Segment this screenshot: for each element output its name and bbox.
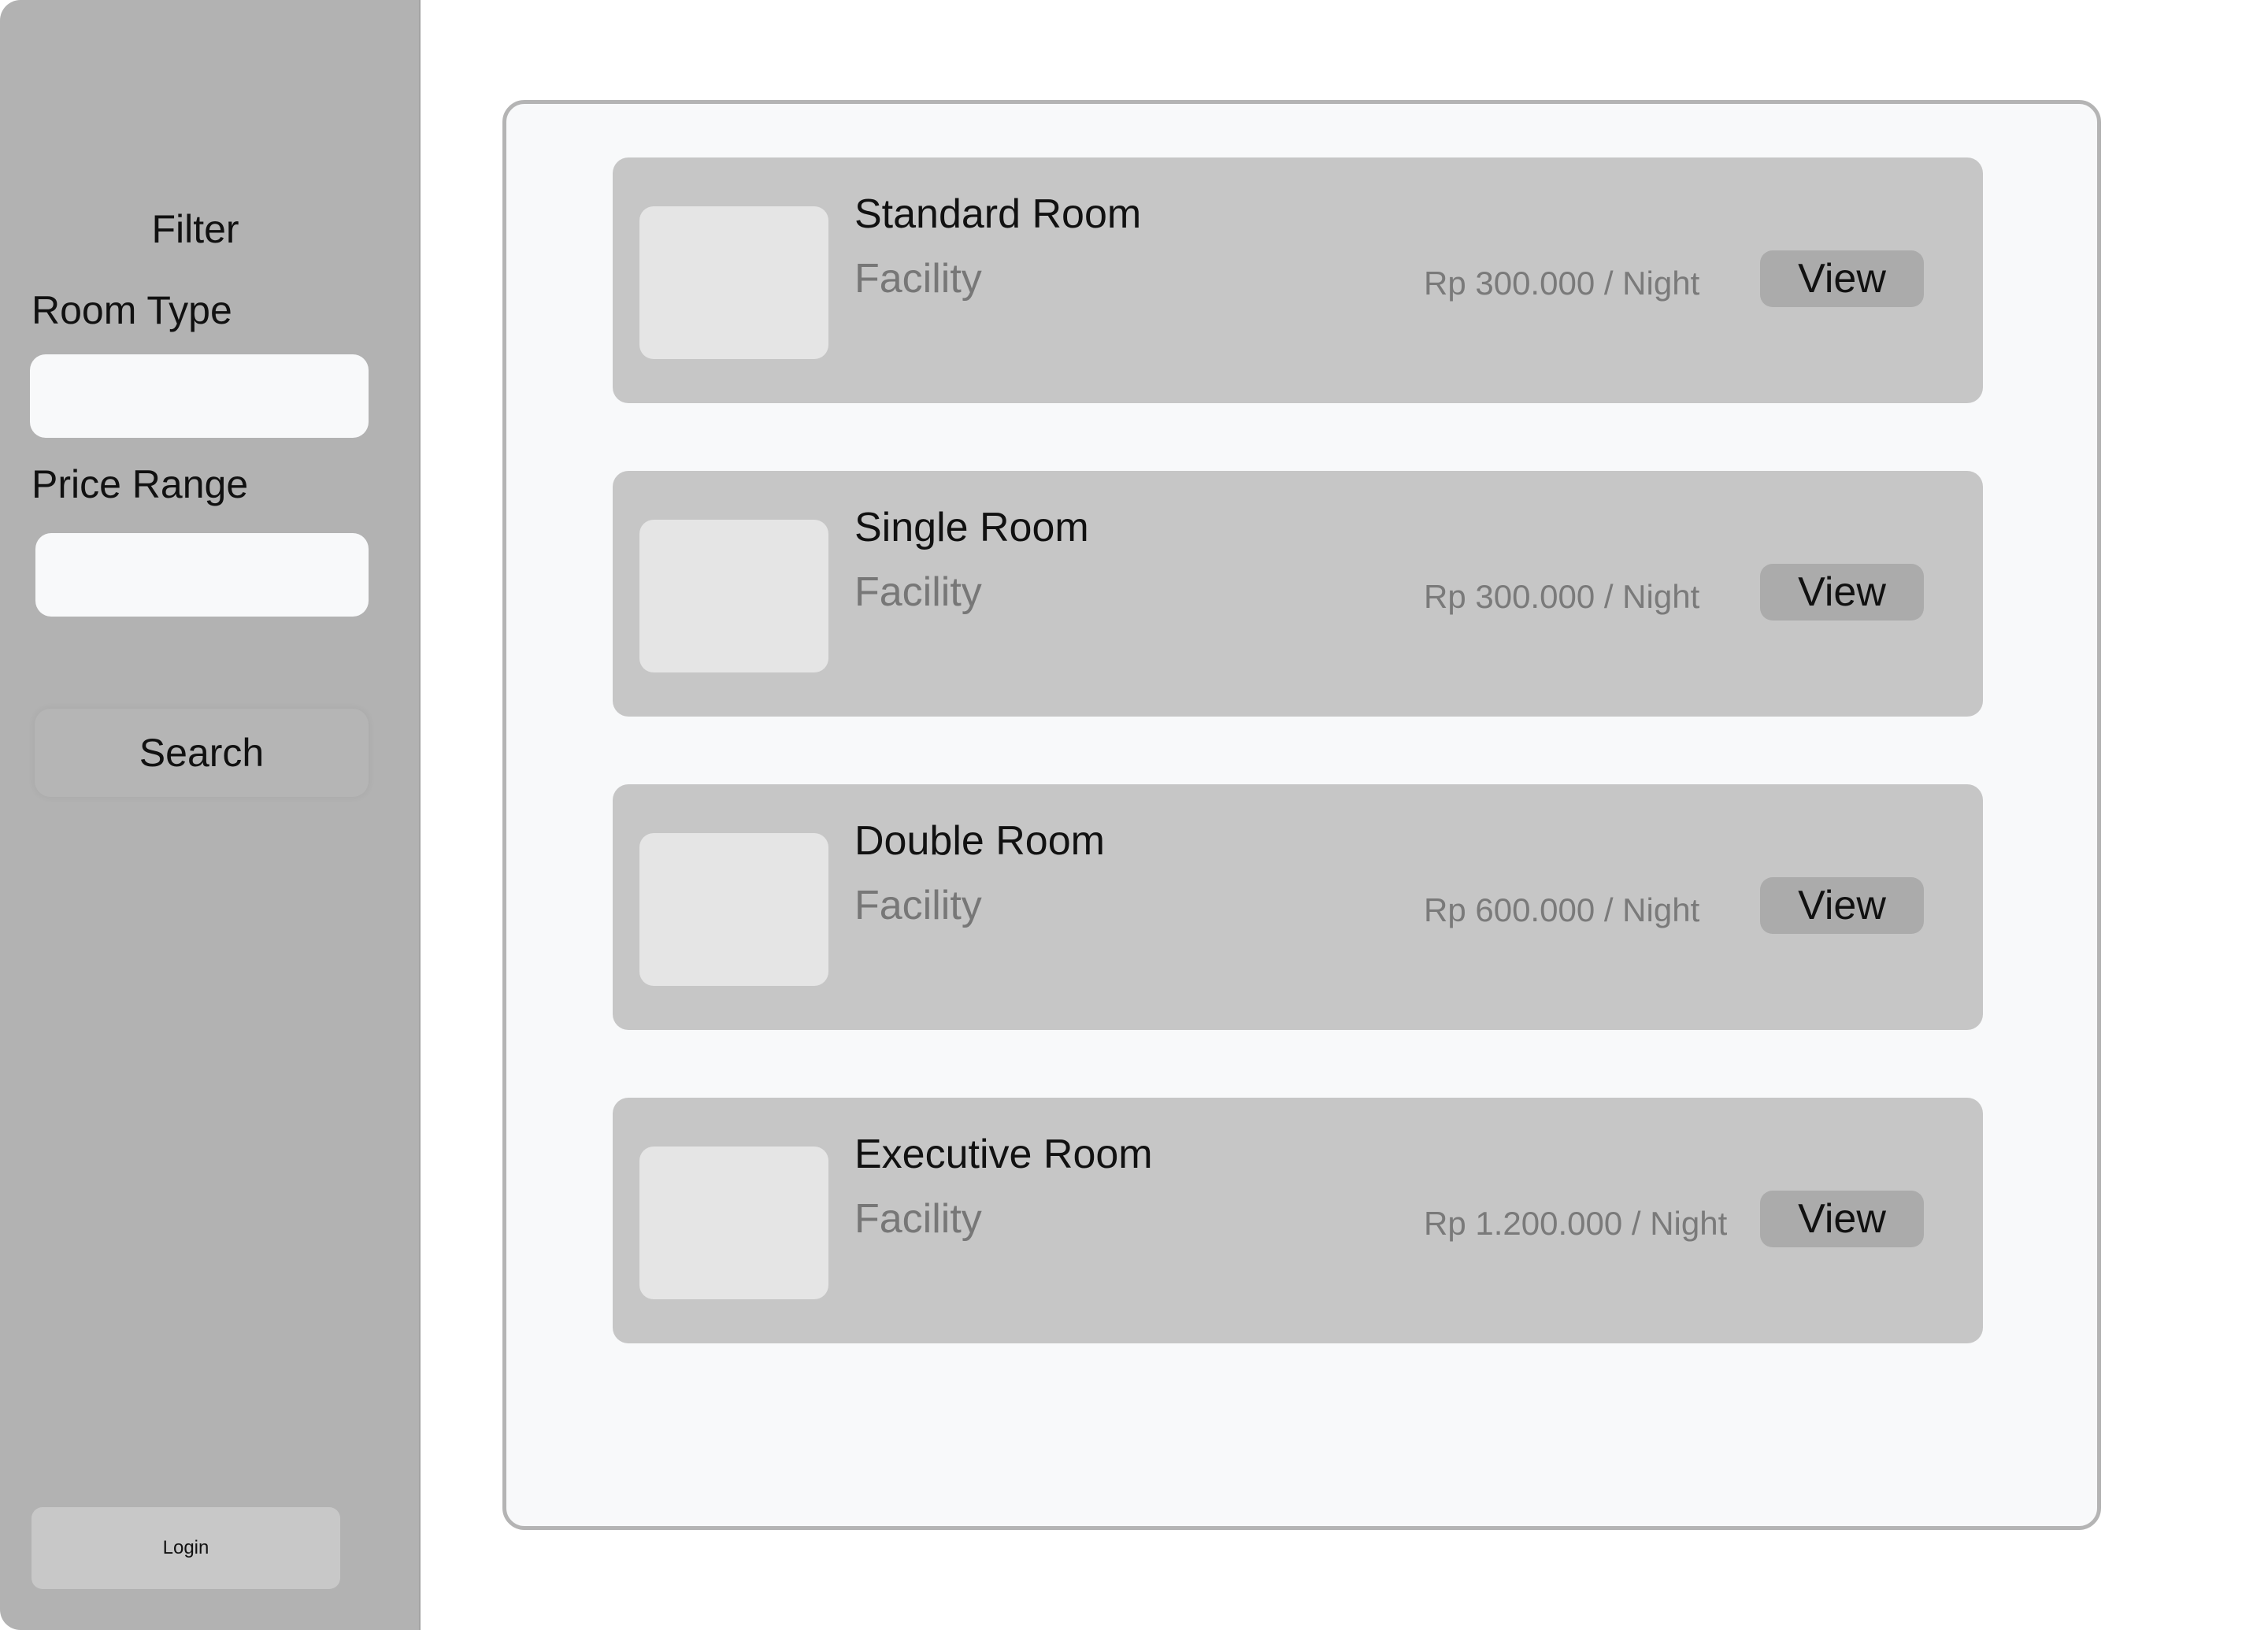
room-price: Rp 1.200.000 / Night <box>1424 1205 1728 1242</box>
price-range-label: Price Range <box>32 462 249 506</box>
login-button-label: Login <box>162 1537 209 1558</box>
room-name: Double Room <box>854 818 1105 864</box>
room-thumbnail <box>639 1147 828 1299</box>
room-thumbnail <box>639 833 828 986</box>
search-button[interactable]: Search <box>35 709 369 797</box>
room-name: Single Room <box>854 505 1089 550</box>
room-name: Standard Room <box>854 191 1142 237</box>
room-price: Rp 300.000 / Night <box>1424 578 1700 615</box>
room-facility: Facility <box>854 1196 982 1242</box>
view-button-double[interactable]: View <box>1760 877 1924 934</box>
view-button-label: View <box>1798 883 1886 928</box>
room-list-panel: Standard Room Facility Rp 300.000 / Nigh… <box>502 100 2101 1530</box>
price-range-input[interactable] <box>35 533 369 617</box>
room-facility: Facility <box>854 569 982 615</box>
view-button-executive[interactable]: View <box>1760 1191 1924 1247</box>
room-card-executive: Executive Room Facility Rp 1.200.000 / N… <box>613 1098 1983 1343</box>
filter-title: Filter <box>151 207 239 251</box>
view-button-standard[interactable]: View <box>1760 250 1924 307</box>
room-facility: Facility <box>854 883 982 928</box>
view-button-single[interactable]: View <box>1760 564 1924 621</box>
room-name: Executive Room <box>854 1132 1153 1177</box>
room-type-label: Room Type <box>32 288 232 332</box>
room-type-input[interactable] <box>30 354 369 438</box>
view-button-label: View <box>1798 256 1886 302</box>
room-thumbnail <box>639 206 828 359</box>
filter-sidebar: Filter Room Type Price Range Search Logi… <box>0 0 421 1630</box>
room-facility: Facility <box>854 256 982 302</box>
room-price: Rp 300.000 / Night <box>1424 265 1700 302</box>
room-thumbnail <box>639 520 828 672</box>
view-button-label: View <box>1798 569 1886 615</box>
room-price: Rp 600.000 / Night <box>1424 891 1700 928</box>
login-button[interactable]: Login <box>32 1507 340 1589</box>
view-button-label: View <box>1798 1196 1886 1242</box>
search-button-label: Search <box>139 731 265 775</box>
room-card-double: Double Room Facility Rp 600.000 / Night … <box>613 784 1983 1030</box>
room-card-standard: Standard Room Facility Rp 300.000 / Nigh… <box>613 157 1983 403</box>
room-card-single: Single Room Facility Rp 300.000 / Night … <box>613 471 1983 717</box>
